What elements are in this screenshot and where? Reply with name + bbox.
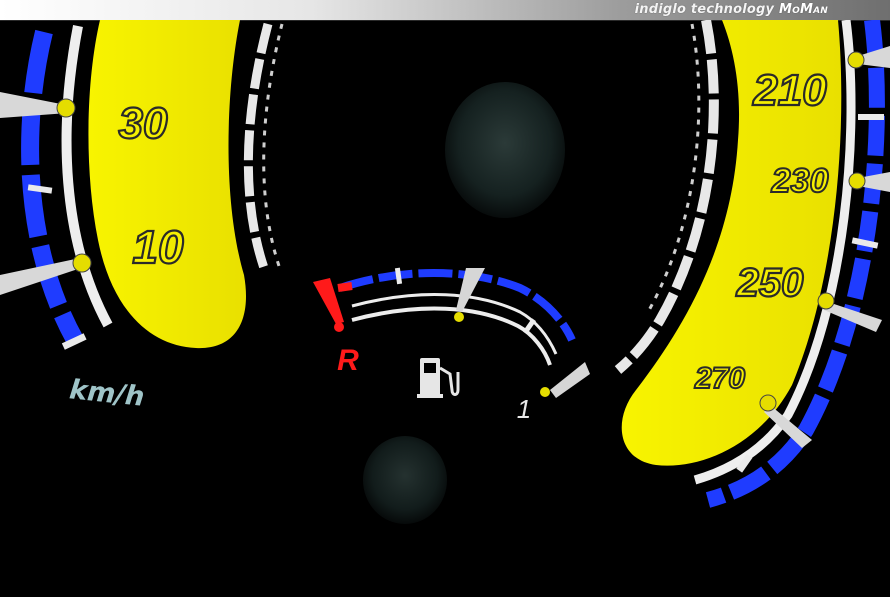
fuel-tick <box>394 267 403 285</box>
brand-name: MoMan <box>778 2 828 17</box>
fuel-white-arc-outer <box>351 293 558 355</box>
right-label-210: 210 <box>752 66 827 115</box>
right-tick <box>858 114 884 120</box>
fuel-blue-scale <box>338 269 576 342</box>
brand-header-bar: indiglo technology MoMan <box>0 0 890 21</box>
fuel-white-arc <box>351 306 552 366</box>
left-pivot-lower <box>72 253 92 273</box>
right-label-250: 250 <box>736 261 804 305</box>
gauge-cluster: 30 10 km/h R 1 210 230 250 270 <box>0 20 890 524</box>
left-label-10: 10 <box>132 221 184 273</box>
fuel-reserve-label: R <box>337 344 359 377</box>
fuel-reserve-bar <box>337 282 353 292</box>
right-pivot-2 <box>848 172 866 190</box>
right-speed-gauge: 210 230 250 270 <box>614 20 890 508</box>
left-pivot-upper <box>56 98 76 118</box>
lower-knob <box>363 436 447 524</box>
fuel-full-pivot <box>540 387 550 397</box>
fuel-full-label: 1 <box>517 394 531 424</box>
speed-unit-label: km/h <box>68 374 146 413</box>
right-label-270: 270 <box>694 362 745 395</box>
right-pivot-3 <box>817 292 835 310</box>
center-knob <box>445 82 565 218</box>
brand-prefix: indiglo technology <box>634 2 775 17</box>
fuel-reserve-pivot <box>334 322 344 332</box>
fuel-gauge: R 1 <box>313 267 590 424</box>
right-pivot-1 <box>847 51 865 69</box>
left-label-30: 30 <box>119 99 168 148</box>
fuel-full-needle <box>550 362 590 398</box>
brand-logo: indiglo technology MoMan <box>635 1 828 19</box>
fuel-pump-icon <box>417 358 460 398</box>
left-yellow-band <box>88 20 246 349</box>
left-minor-ticks <box>262 23 284 267</box>
left-speed-gauge: 30 10 km/h <box>0 20 284 413</box>
right-pivot-4 <box>759 394 777 412</box>
right-minor-ticks <box>646 23 701 313</box>
fuel-mid-pivot <box>454 312 464 322</box>
right-label-230: 230 <box>771 162 829 200</box>
dashboard-photo: indiglo technology MoMan 30 10 km/h R 1 … <box>0 0 890 597</box>
